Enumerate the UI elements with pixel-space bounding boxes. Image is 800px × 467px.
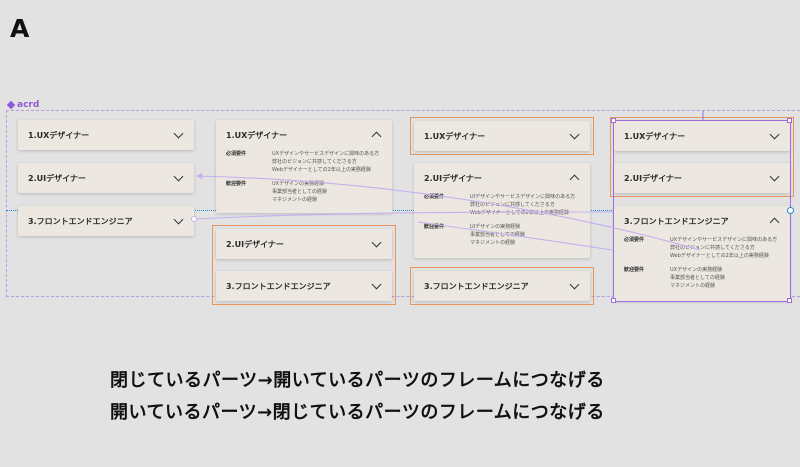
- caption-open-to-closed: 開いているパーツ→閉じているパーツのフレームにつなげる: [110, 402, 605, 423]
- prototype-connections: [191, 111, 704, 251]
- caption-closed-to-open: 閉じているパーツ→開いているパーツのフレームにつなげる: [110, 370, 605, 391]
